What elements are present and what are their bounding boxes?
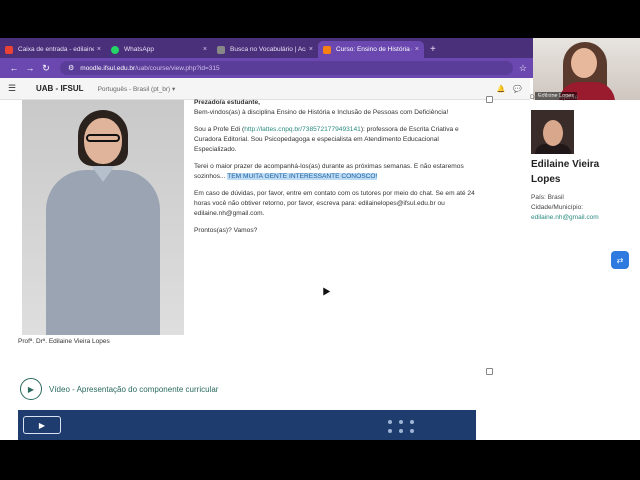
video-activity-label[interactable]: Vídeo - Apresentação do componente curri… xyxy=(49,385,218,394)
video-completion-checkbox[interactable] xyxy=(486,368,493,375)
completion-checkbox[interactable] xyxy=(486,96,493,103)
site-info-icon[interactable]: ⚙ xyxy=(68,64,74,72)
messages-icon[interactable]: 💬 xyxy=(513,85,522,93)
avatar[interactable] xyxy=(531,110,574,154)
notification-icon[interactable]: 🔔 xyxy=(497,85,506,93)
webcam-overlay: Edilaine Lopes xyxy=(533,38,640,100)
highlighted-text: TEM MUITA GENTE INTERESSANTE CONOSCO! xyxy=(227,173,378,180)
video-play-icon[interactable]: ▶ xyxy=(20,378,42,400)
tab-curso[interactable]: Curso: Ensino de História e In × xyxy=(318,41,424,58)
gmail-icon xyxy=(5,45,13,54)
close-icon[interactable]: × xyxy=(203,46,207,53)
tab-vocabulario[interactable]: Busca no Vocabulário | Academ × xyxy=(212,41,318,58)
tab-label: Caixa de entrada - edilaine.nh@ xyxy=(18,46,94,53)
video-player[interactable]: ▶ xyxy=(18,410,476,440)
welcome-text: Prezado/a estudante, Bem-vindos(as) à di… xyxy=(194,98,479,243)
whatsapp-icon xyxy=(111,45,119,54)
new-tab-button[interactable]: + xyxy=(424,44,442,58)
moodle-header: ☰ UAB - IFSUL Português - Brasil (pt_br)… xyxy=(0,78,530,100)
video-activity[interactable]: ▶ Vídeo - Apresentação do componente cur… xyxy=(20,378,218,400)
url-host: moodle.ifsul.edu.br xyxy=(80,64,136,72)
mouse-cursor xyxy=(319,285,331,296)
photo-dress xyxy=(46,170,160,335)
webcam-person-face xyxy=(571,48,597,78)
bookmark-star-icon[interactable]: ☆ xyxy=(519,63,527,74)
tab-bar: Caixa de entrada - edilaine.nh@ × WhatsA… xyxy=(0,38,533,58)
tab-gmail[interactable]: Caixa de entrada - edilaine.nh@ × xyxy=(0,41,106,58)
search-icon xyxy=(217,45,225,54)
translate-icon[interactable]: ⇄ xyxy=(611,251,629,269)
teacher-email[interactable]: edilaine.nh@gmail.com xyxy=(531,214,599,221)
video-play-button[interactable]: ▶ xyxy=(23,416,61,434)
browser-window: Caixa de entrada - edilaine.nh@ × WhatsA… xyxy=(0,38,640,440)
closing-paragraph: Prontos(as)? Vamos? xyxy=(194,227,258,234)
lattes-link[interactable]: http://lattes.cnpq.br/7385721779493141 xyxy=(244,126,361,133)
moodle-icon xyxy=(323,45,331,54)
tab-label: WhatsApp xyxy=(124,46,154,53)
bio-text-start: Sou a Profe Edi ( xyxy=(194,126,245,133)
tab-label: Busca no Vocabulário | Academ xyxy=(230,46,306,53)
photo-caption: Profª. Drª. Edilaine Vieira Lopes xyxy=(18,338,110,345)
video-dots-decoration xyxy=(388,420,416,433)
address-bar: ← → ↻ ⚙ moodle.ifsul.edu.br/uab/course/v… xyxy=(0,58,533,78)
tab-label: Curso: Ensino de História e In xyxy=(336,46,412,53)
forward-icon[interactable]: → xyxy=(22,63,38,73)
welcome-paragraph: Bem-vindos(as) à disciplina Ensino de Hi… xyxy=(194,109,449,116)
close-icon[interactable]: × xyxy=(309,46,313,53)
photo-glasses xyxy=(86,134,120,142)
close-icon[interactable]: × xyxy=(415,46,419,53)
tab-whatsapp[interactable]: WhatsApp × xyxy=(106,41,212,58)
contact-paragraph: Em caso de dúvidas, por favor, entre em … xyxy=(194,190,475,217)
reload-icon[interactable]: ↻ xyxy=(38,63,54,74)
teacher-meta: País: Brasil Cidade/Município: edilaine.… xyxy=(531,193,599,223)
url-path: /uab/course/view.php?id=315 xyxy=(135,64,220,72)
teacher-photo xyxy=(22,100,184,335)
language-selector[interactable]: Português - Brasil (pt_br) ▾ xyxy=(98,85,176,93)
teacher-city-label: Cidade/Município: xyxy=(531,204,584,211)
site-name[interactable]: UAB - IFSUL xyxy=(36,84,84,93)
sidebar-header: Docente regente xyxy=(530,94,579,101)
close-icon[interactable]: × xyxy=(97,46,101,53)
teacher-name[interactable]: Edilaine Vieira Lopes xyxy=(531,157,631,187)
greeting: Prezado/a estudante, xyxy=(194,99,260,106)
teacher-country: País: Brasil xyxy=(531,194,564,201)
menu-icon[interactable]: ☰ xyxy=(8,83,22,94)
sidebar-teacher-block: Docente regente Edilaine Vieira Lopes Pa… xyxy=(530,94,640,440)
back-icon[interactable]: ← xyxy=(6,63,22,73)
url-field[interactable]: ⚙ moodle.ifsul.edu.br/uab/course/view.ph… xyxy=(60,61,513,75)
